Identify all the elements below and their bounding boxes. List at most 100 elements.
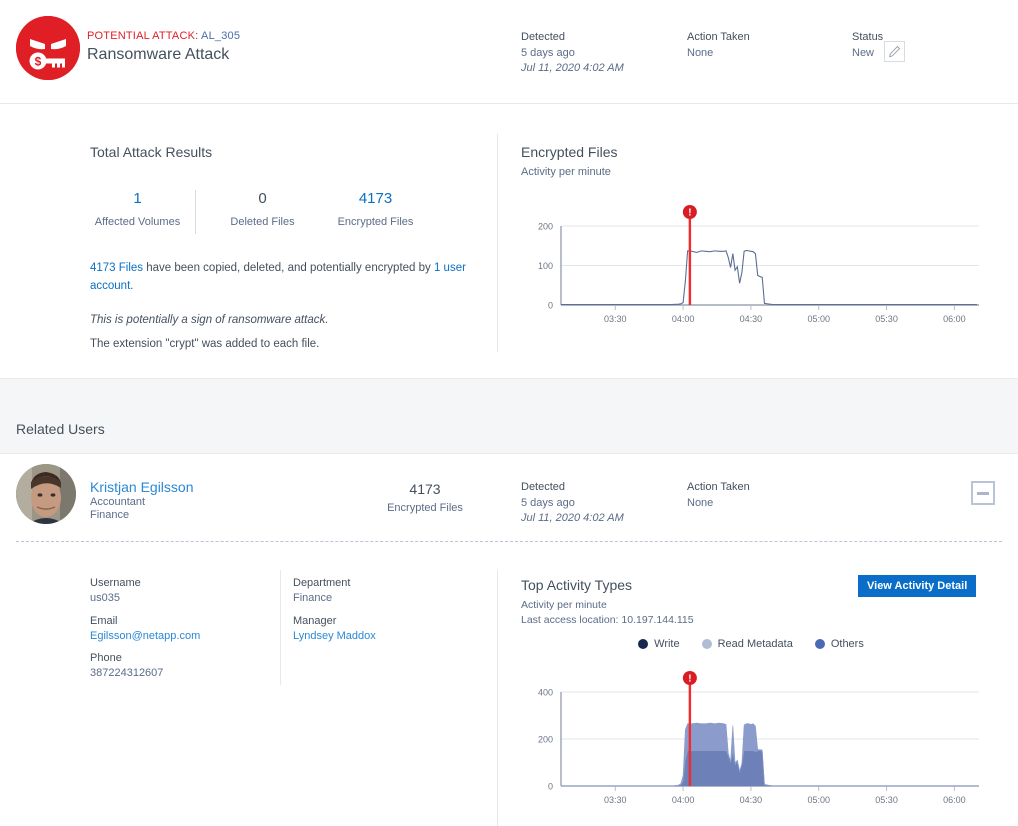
last-access-location: Last access location: 10.197.144.115 xyxy=(521,613,694,628)
stat-deleted-files-value: 0 xyxy=(206,190,319,207)
attack-note-extension: The extension "crypt" was added to each … xyxy=(90,338,490,350)
user-row-divider xyxy=(16,541,1002,542)
user-action-label: Action Taken xyxy=(687,481,750,493)
minus-bar xyxy=(977,492,989,495)
encrypted-files-chart: 010020003:3004:0004:3005:0005:3006:00! xyxy=(521,204,981,329)
related-user-row xyxy=(0,455,1018,543)
related-user-count-value: 4173 xyxy=(385,481,465,497)
svg-text:03:30: 03:30 xyxy=(604,314,627,324)
stat-deleted-files-label: Deleted Files xyxy=(206,216,319,228)
legend-label-others: Others xyxy=(831,638,864,650)
legend-dot-read-metadata xyxy=(702,639,712,649)
detected-label: Detected xyxy=(521,31,624,43)
top-activity-types-chart: 020040003:3004:0004:3005:0005:3006:00! xyxy=(521,670,981,810)
related-users-title: Related Users xyxy=(16,421,105,437)
field-department-label: Department xyxy=(293,577,350,589)
stat-encrypted-files-value[interactable]: 4173 xyxy=(319,190,432,207)
field-manager-value[interactable]: Lyndsey Maddox xyxy=(293,630,376,642)
svg-text:05:30: 05:30 xyxy=(875,314,898,324)
attack-note-italic: This is potentially a sign of ransomware… xyxy=(90,314,490,326)
encrypted-files-panel: Encrypted Files Activity per minute 0100… xyxy=(521,144,981,329)
detail-divider-right xyxy=(497,570,498,826)
svg-text:0: 0 xyxy=(548,782,553,792)
svg-text:200: 200 xyxy=(538,735,553,745)
related-user-name-link[interactable]: Kristjan Egilsson xyxy=(90,479,194,495)
total-attack-results-panel: Total Attack Results 1 Affected Volumes … xyxy=(90,144,490,350)
related-user-department: Finance xyxy=(90,509,129,521)
field-email-value[interactable]: Egilsson@netapp.com xyxy=(90,630,200,642)
user-action-value: None xyxy=(687,496,750,511)
svg-text:05:00: 05:00 xyxy=(807,314,830,324)
top-activity-types-header: Top Activity Types Activity per minute L… xyxy=(521,577,694,628)
activity-chart-legend: Write Read Metadata Others xyxy=(521,638,981,650)
top-activity-types-subtitle: Activity per minute xyxy=(521,598,694,613)
status-label: Status xyxy=(852,31,883,43)
field-email: Email Egilsson@netapp.com xyxy=(90,615,200,642)
svg-text:04:00: 04:00 xyxy=(672,795,695,805)
svg-text:06:00: 06:00 xyxy=(943,314,966,324)
svg-text:0: 0 xyxy=(548,301,553,311)
field-phone: Phone 387224312607 xyxy=(90,652,163,679)
detail-divider-left xyxy=(280,570,281,685)
related-user-role: Accountant xyxy=(90,496,145,508)
view-activity-detail-button[interactable]: View Activity Detail xyxy=(858,575,976,597)
alert-id: AL_305 xyxy=(201,30,240,42)
svg-text:04:00: 04:00 xyxy=(672,314,695,324)
field-phone-label: Phone xyxy=(90,652,163,664)
user-detected-absolute: Jul 11, 2020 4:02 AM xyxy=(521,511,624,526)
header-status-group: Status New xyxy=(852,31,883,61)
summary-files-link[interactable]: 4173 Files xyxy=(90,262,143,274)
stat-divider xyxy=(195,190,196,234)
legend-dot-others xyxy=(815,639,825,649)
top-activity-types-title: Top Activity Types xyxy=(521,577,694,593)
related-user-count-label: Encrypted Files xyxy=(370,502,480,514)
svg-text:05:00: 05:00 xyxy=(807,795,830,805)
svg-text:400: 400 xyxy=(538,688,553,698)
svg-text:04:30: 04:30 xyxy=(740,795,763,805)
minus-square-icon[interactable] xyxy=(971,481,995,505)
legend-label-write: Write xyxy=(654,638,679,650)
legend-item-read-metadata[interactable]: Read Metadata xyxy=(702,638,793,650)
legend-item-write[interactable]: Write xyxy=(638,638,679,650)
field-department-value: Finance xyxy=(293,592,350,604)
detected-relative: 5 days ago xyxy=(521,46,624,61)
field-username-label: Username xyxy=(90,577,141,589)
action-taken-label: Action Taken xyxy=(687,31,750,43)
header-detected-group: Detected 5 days ago Jul 11, 2020 4:02 AM xyxy=(521,31,624,76)
legend-dot-write xyxy=(638,639,648,649)
field-phone-value: 387224312607 xyxy=(90,667,163,679)
header-action-group: Action Taken None xyxy=(687,31,750,61)
ransomware-angry-face-key-icon: $ xyxy=(16,16,80,80)
user-detected-relative: 5 days ago xyxy=(521,496,624,511)
action-taken-value: None xyxy=(687,46,750,61)
field-manager: Manager Lyndsey Maddox xyxy=(293,615,376,642)
stat-deleted-files: 0 Deleted Files xyxy=(206,190,319,234)
user-detected-label: Detected xyxy=(521,481,624,493)
status-badge: New xyxy=(852,46,883,61)
stat-encrypted-files: 4173 Encrypted Files xyxy=(319,190,432,234)
field-username: Username us035 xyxy=(90,577,141,604)
user-detected-group: Detected 5 days ago Jul 11, 2020 4:02 AM xyxy=(521,481,624,526)
stat-affected-volumes: 1 Affected Volumes xyxy=(90,190,185,234)
stat-affected-volumes-label: Affected Volumes xyxy=(90,216,185,228)
alert-kicker-prefix: POTENTIAL ATTACK: xyxy=(87,30,198,42)
alert-header: $ POTENTIAL ATTACK: AL_305 Ransomware At… xyxy=(0,0,1018,104)
pencil-icon xyxy=(888,45,901,58)
stat-affected-volumes-value[interactable]: 1 xyxy=(90,190,185,207)
svg-text:06:00: 06:00 xyxy=(943,795,966,805)
stat-encrypted-files-label: Encrypted Files xyxy=(319,216,432,228)
attack-summary-text: 4173 Files have been copied, deleted, an… xyxy=(90,260,490,296)
svg-text:04:30: 04:30 xyxy=(740,314,763,324)
field-department: Department Finance xyxy=(293,577,350,604)
svg-text:200: 200 xyxy=(538,222,553,232)
avatar xyxy=(16,464,76,524)
legend-item-others[interactable]: Others xyxy=(815,638,864,650)
detected-absolute: Jul 11, 2020 4:02 AM xyxy=(521,61,624,76)
field-username-value: us035 xyxy=(90,592,141,604)
field-email-label: Email xyxy=(90,615,200,627)
section-divider xyxy=(497,134,498,352)
alert-title-block: POTENTIAL ATTACK: AL_305 Ransomware Atta… xyxy=(87,30,240,64)
edit-status-button[interactable] xyxy=(884,41,905,62)
encrypted-files-subtitle: Activity per minute xyxy=(521,166,981,178)
encrypted-files-title: Encrypted Files xyxy=(521,144,981,160)
